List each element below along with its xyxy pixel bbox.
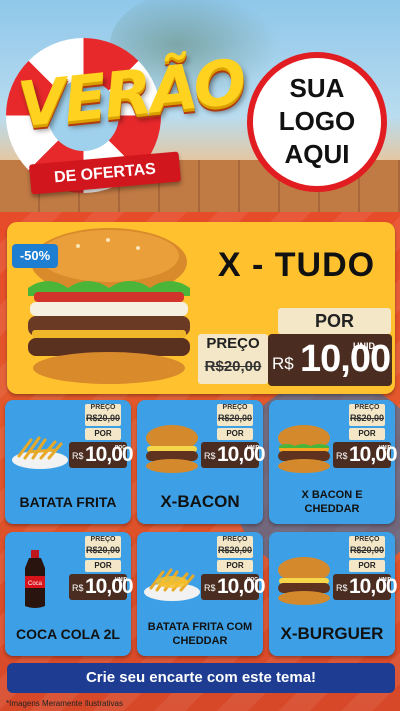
product-card[interactable]: PREÇO R$20,00 POR R$ 10,00 UNID X BACON E CHED…: [269, 400, 398, 524]
featured-old-price: R$20,00: [204, 358, 262, 375]
product-card[interactable]: Coca PREÇO R$20,00 POR R$ 10,00 UNID COCA COLA …: [5, 532, 134, 656]
price-unit: POÇ: [115, 445, 126, 451]
price-tag: R$ 10,00 UNID: [333, 574, 398, 600]
price-tag: R$ 10,00 POÇ: [69, 442, 134, 468]
discount-badge: -50%: [12, 244, 58, 268]
old-price-label: PREÇO: [354, 536, 380, 543]
por-label: POR: [85, 428, 121, 440]
old-price-label: PREÇO: [222, 536, 248, 543]
por-label: POR: [349, 560, 385, 572]
old-price-label: PREÇO: [354, 404, 380, 411]
product-image: [273, 548, 335, 610]
old-price-tag: PREÇO R$20,00: [349, 536, 385, 558]
price-unit: UNID: [379, 445, 392, 451]
price-tag: R$ 10,00 UNID: [333, 442, 398, 468]
logo-line-1: SUA: [289, 73, 345, 103]
product-card[interactable]: PREÇO R$20,00 POR R$ 10,00 UNID X-BACON: [137, 400, 266, 524]
price-unit: UNID: [247, 445, 260, 451]
featured-old-price-label: PREÇO: [206, 335, 260, 352]
price-currency: R$: [336, 583, 348, 593]
price-unit: POÇ: [247, 577, 258, 583]
product-name: COCA COLA 2L: [16, 626, 120, 642]
featured-name: X - TUDO: [217, 246, 376, 284]
old-price: R$20,00: [85, 545, 121, 555]
old-price: R$20,00: [349, 413, 385, 423]
logo-line-2: LOGO: [278, 106, 356, 136]
old-price-label: PREÇO: [90, 404, 116, 411]
product-image: [273, 416, 335, 478]
create-flyer-button[interactable]: Crie seu encarte com este tema!: [7, 663, 395, 693]
product-name: BATATA FRITA: [19, 494, 117, 510]
product-image: Coca: [9, 548, 71, 610]
price-tag: R$ 10,00 UNID: [69, 574, 134, 600]
price-unit: UNID: [115, 577, 128, 583]
por-label: POR: [85, 560, 121, 572]
disclaimer: *Imagens Meramente Ilustrativas: [6, 699, 123, 708]
price-currency: R$: [336, 451, 348, 461]
logo-line-3: AQUI: [284, 139, 350, 169]
product-card[interactable]: PREÇO R$20,00 POR R$ 10,00 POÇ BATATA FRITA: [5, 400, 134, 524]
product-image: [9, 416, 71, 478]
old-price: R$20,00: [349, 545, 385, 555]
svg-text:Coca: Coca: [28, 581, 43, 587]
price-currency: R$: [72, 583, 84, 593]
featured-unit: UNID: [353, 341, 375, 351]
price-currency: R$: [72, 451, 84, 461]
old-price: R$20,00: [217, 413, 253, 423]
product-card[interactable]: PREÇO R$20,00 POR R$ 10,00 UNID X-BURGUER: [269, 532, 398, 656]
product-image: [141, 416, 203, 478]
price-tag: R$ 10,00 UNID: [201, 442, 266, 468]
por-label: POR: [349, 428, 385, 440]
old-price: R$20,00: [85, 413, 121, 423]
price-currency: R$: [204, 451, 216, 461]
product-image: [141, 548, 203, 610]
old-price-label: PREÇO: [90, 536, 116, 543]
flyer: VERÃO DE OFERTAS SUA LOGO AQUI -50% X - …: [0, 0, 400, 711]
old-price-tag: PREÇO R$20,00: [217, 536, 253, 558]
old-price-tag: PREÇO R$20,00: [217, 404, 253, 426]
old-price-tag: PREÇO R$20,00: [85, 404, 121, 426]
old-price-tag: PREÇO R$20,00: [85, 536, 121, 558]
por-label: POR: [217, 428, 253, 440]
featured-price: 10,00: [300, 338, 391, 380]
featured-por-label: POR: [278, 308, 391, 334]
price-currency: R$: [204, 583, 216, 593]
logo-placeholder-text: SUA LOGO AQUI: [247, 72, 387, 171]
product-name: X-BURGUER: [280, 624, 384, 643]
price-tag: R$ 10,00 POÇ: [201, 574, 266, 600]
old-price-tag: PREÇO R$20,00: [349, 404, 385, 426]
featured-currency: R$: [272, 354, 294, 373]
old-price-label: PREÇO: [222, 404, 248, 411]
product-name: X-BACON: [160, 492, 240, 511]
product-name: X BACON E CHEDDAR: [301, 489, 363, 515]
por-label: POR: [217, 560, 253, 572]
old-price: R$20,00: [217, 545, 253, 555]
product-name: BATATA FRITA COM CHEDDAR: [147, 621, 253, 647]
product-card[interactable]: PREÇO R$20,00 POR R$ 10,00 POÇ BATATA FRITA CO…: [137, 532, 266, 656]
price-unit: UNID: [379, 577, 392, 583]
